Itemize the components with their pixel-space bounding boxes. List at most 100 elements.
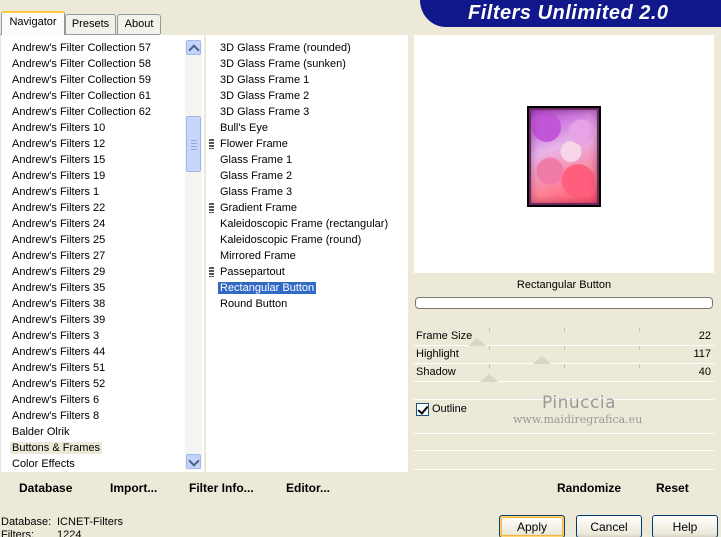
category-label: Andrew's Filter Collection 62 — [12, 106, 152, 118]
filter-list-item[interactable]: 3D Glass Frame 3 — [218, 104, 403, 120]
category-label: Andrew's Filter Collection 59 — [12, 74, 152, 86]
category-label: Andrew's Filters 1 — [12, 186, 100, 198]
category-list-item[interactable]: Andrew's Filters 19 — [10, 168, 182, 184]
filter-label: Bull's Eye — [220, 122, 268, 134]
category-label: Andrew's Filters 44 — [12, 346, 106, 358]
filter-list-item[interactable]: Round Button — [218, 296, 403, 312]
filter-list-item[interactable]: Mirrored Frame — [218, 248, 403, 264]
category-list-item[interactable]: Andrew's Filters 12 — [10, 136, 182, 152]
filter-list-item[interactable]: Flower Frame — [209, 136, 403, 152]
category-list-item[interactable]: Andrew's Filters 6 — [10, 392, 182, 408]
tab-about[interactable]: About — [117, 14, 161, 34]
filter-list-item[interactable]: Bull's Eye — [218, 120, 403, 136]
filters-count-value: 1224 — [57, 529, 82, 537]
category-list-item[interactable]: Andrew's Filters 8 — [10, 408, 182, 424]
filter-list-item[interactable]: Gradient Frame — [209, 200, 403, 216]
import-button[interactable]: Import... — [110, 480, 157, 496]
param-value: 117 — [693, 348, 711, 360]
filter-list-item[interactable]: Kaleidoscopic Frame (rectangular) — [218, 216, 403, 232]
selected-filter-name: Rectangular Button — [414, 274, 714, 296]
category-label: Andrew's Filter Collection 58 — [12, 58, 152, 70]
scroll-up-icon[interactable] — [186, 40, 201, 55]
filter-list-item[interactable]: Rectangular Button — [218, 280, 403, 296]
filter-list-item[interactable]: 3D Glass Frame 1 — [218, 72, 403, 88]
filter-info-button[interactable]: Filter Info... — [189, 480, 254, 496]
category-list-item[interactable]: Andrew's Filters 3 — [10, 328, 182, 344]
category-list-item[interactable]: Andrew's Filters 27 — [10, 248, 182, 264]
category-list-item[interactable]: Andrew's Filters 25 — [10, 232, 182, 248]
category-label: Andrew's Filters 3 — [12, 330, 100, 342]
param-row[interactable]: Highlight 117 — [414, 346, 714, 364]
category-list-item[interactable]: Andrew's Filters 15 — [10, 152, 182, 168]
filter-list-item[interactable]: Kaleidoscopic Frame (round) — [218, 232, 403, 248]
filter-label: Mirrored Frame — [220, 250, 296, 262]
param-label: Shadow — [416, 366, 456, 378]
category-list-item[interactable]: Andrew's Filters 52 — [10, 376, 182, 392]
filter-list-item[interactable]: Glass Frame 2 — [218, 168, 403, 184]
apply-button[interactable]: Apply — [499, 515, 565, 537]
filter-list[interactable]: 3D Glass Frame (rounded) 3D Glass Frame (… — [209, 40, 403, 312]
category-list-item[interactable]: Andrew's Filters 38 — [10, 296, 182, 312]
filter-list-item[interactable]: 3D Glass Frame (rounded) — [218, 40, 403, 56]
param-slider-thumb[interactable] — [533, 356, 552, 364]
category-label: Andrew's Filters 27 — [12, 250, 106, 262]
category-list[interactable]: Andrew's Filter Collection 57 Andrew's Fi… — [10, 40, 182, 472]
tab-presets[interactable]: Presets — [65, 14, 116, 34]
category-list-item[interactable]: Andrew's Filters 51 — [10, 360, 182, 376]
scrollbar-thumb[interactable] — [186, 116, 201, 172]
param-row[interactable]: Shadow 40 — [414, 364, 714, 382]
category-label: Andrew's Filters 52 — [12, 378, 106, 390]
category-list-item[interactable]: Andrew's Filters 35 — [10, 280, 182, 296]
category-label: Andrew's Filters 19 — [12, 170, 106, 182]
filter-list-item[interactable]: 3D Glass Frame (sunken) — [218, 56, 403, 72]
category-label: Andrew's Filter Collection 57 — [12, 42, 152, 54]
progress-bar — [415, 297, 713, 309]
randomize-button[interactable]: Randomize — [557, 480, 621, 496]
group-marker-icon — [209, 139, 214, 149]
category-list-item[interactable]: Andrew's Filters 44 — [10, 344, 182, 360]
param-value: 22 — [698, 330, 711, 342]
category-list-item[interactable]: Andrew's Filter Collection 57 — [10, 40, 182, 56]
category-list-item[interactable]: Andrew's Filter Collection 58 — [10, 56, 182, 72]
category-list-item[interactable]: Andrew's Filters 39 — [10, 312, 182, 328]
filter-list-item[interactable]: 3D Glass Frame 2 — [218, 88, 403, 104]
category-list-item[interactable]: Andrew's Filters 22 — [10, 200, 182, 216]
group-marker-icon — [209, 203, 214, 213]
cancel-button[interactable]: Cancel — [576, 515, 642, 537]
filter-label: 3D Glass Frame 1 — [220, 74, 310, 86]
help-button[interactable]: Help — [652, 515, 718, 537]
category-list-item[interactable]: Color Effects — [10, 456, 182, 472]
outline-label: Outline — [432, 403, 467, 415]
database-button[interactable]: Database — [19, 480, 72, 496]
reset-button[interactable]: Reset — [656, 480, 689, 496]
category-list-item[interactable]: Andrew's Filters 29 — [10, 264, 182, 280]
outline-checkbox[interactable] — [416, 403, 429, 416]
category-list-item[interactable]: Andrew's Filters 10 — [10, 120, 182, 136]
category-list-item[interactable]: Buttons & Frames — [10, 440, 182, 456]
app-title: Filters Unlimited 2.0 — [468, 2, 669, 24]
editor-button[interactable]: Editor... — [286, 480, 330, 496]
category-scrollbar[interactable] — [185, 40, 202, 470]
watermark-name: Pinuccia — [542, 393, 616, 413]
filter-list-item[interactable]: Passepartout — [209, 264, 403, 280]
filter-label: Glass Frame 1 — [220, 154, 293, 166]
category-label: Andrew's Filters 6 — [12, 394, 100, 406]
group-marker-icon — [209, 267, 214, 277]
filter-label: Kaleidoscopic Frame (round) — [220, 234, 362, 246]
param-slider-thumb[interactable] — [480, 374, 499, 382]
param-row[interactable]: Frame Size 22 — [414, 328, 714, 346]
category-label: Andrew's Filters 10 — [12, 122, 106, 134]
category-list-item[interactable]: Andrew's Filter Collection 61 — [10, 88, 182, 104]
category-list-item[interactable]: Andrew's Filter Collection 62 — [10, 104, 182, 120]
category-list-item[interactable]: Andrew's Filters 1 — [10, 184, 182, 200]
category-list-item[interactable]: Balder Olrik — [10, 424, 182, 440]
filter-list-item[interactable]: Glass Frame 3 — [218, 184, 403, 200]
filter-list-item[interactable]: Glass Frame 1 — [218, 152, 403, 168]
category-list-item[interactable]: Andrew's Filters 24 — [10, 216, 182, 232]
tab-navigator[interactable]: Navigator — [1, 11, 65, 35]
category-list-item[interactable]: Andrew's Filter Collection 59 — [10, 72, 182, 88]
database-status-value: ICNET-Filters — [57, 516, 123, 528]
filter-label: Gradient Frame — [220, 202, 298, 214]
scroll-down-icon[interactable] — [186, 454, 201, 469]
category-label: Andrew's Filters 8 — [12, 410, 100, 422]
